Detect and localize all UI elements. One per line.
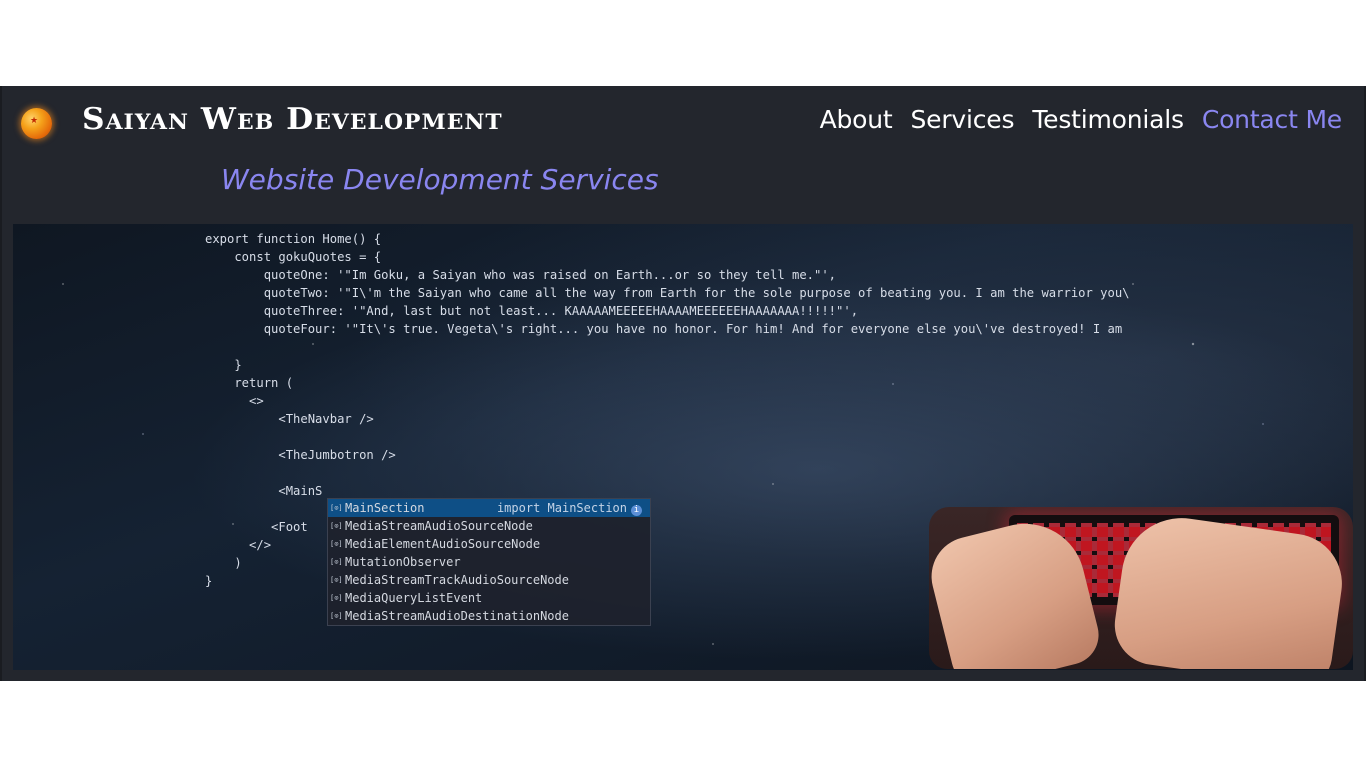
code-line: return ( — [205, 376, 294, 390]
code-line: export function Home() { — [205, 232, 382, 246]
symbol-variable-icon: [⊙] — [330, 576, 343, 584]
autocomplete-label: MediaStreamTrackAudioSourceNode — [345, 573, 569, 587]
autocomplete-item: [⊙] MediaElementAudioSourceNode — [328, 535, 650, 553]
brand-title[interactable]: Saiyan Web Development — [82, 102, 503, 137]
code-line: } — [205, 574, 213, 588]
code-line: const gokuQuotes = { — [205, 250, 382, 264]
autocomplete-label: MutationObserver — [345, 555, 461, 569]
code-line: <> — [205, 394, 264, 408]
autocomplete-detail-text: import MainSection — [496, 501, 627, 515]
code-line: <TheNavbar /> — [205, 412, 374, 426]
nav-link-services[interactable]: Services — [910, 105, 1014, 134]
hero-banner-image: export function Home() { const gokuQuote… — [13, 224, 1353, 670]
code-line: <TheJumbotron /> — [205, 448, 396, 462]
code-line: </> — [205, 538, 272, 552]
code-line: quoteFour: '"It\'s true. Vegeta\'s right… — [205, 322, 1123, 336]
code-line: quoteOne: '"Im Goku, a Saiyan who was ra… — [205, 268, 837, 282]
symbol-variable-icon: [⊙] — [330, 594, 343, 602]
autocomplete-label: MediaQueryListEvent — [345, 591, 483, 605]
hands-typing-keyboard-image — [929, 507, 1353, 669]
code-line: <Foot — [205, 520, 308, 534]
symbol-variable-icon: [⊙] — [330, 558, 343, 566]
autocomplete-item: [⊙] MediaQueryListEvent — [328, 589, 650, 607]
code-line: ) — [205, 556, 242, 570]
autocomplete-label: MediaStreamAudioDestinationNode — [345, 609, 569, 623]
nav-link-contact-me[interactable]: Contact Me — [1202, 105, 1342, 134]
symbol-variable-icon: [⊙] — [330, 522, 343, 530]
code-line: } — [205, 358, 242, 372]
autocomplete-detail: import MainSection i — [497, 499, 642, 517]
autocomplete-item: [⊙] MainSection import MainSection i — [328, 499, 650, 517]
autocomplete-dropdown: [⊙] MainSection import MainSection i [⊙] … — [327, 498, 651, 626]
site-header: ★ Saiyan Web Development About Services … — [0, 86, 1366, 681]
autocomplete-item: [⊙] MutationObserver — [328, 553, 650, 571]
symbol-variable-icon: [⊙] — [330, 612, 343, 620]
autocomplete-label: MediaStreamAudioSourceNode — [345, 519, 533, 533]
autocomplete-item: [⊙] MediaStreamAudioDestinationNode — [328, 607, 650, 625]
autocomplete-label: MediaElementAudioSourceNode — [345, 537, 541, 551]
dragon-ball-icon[interactable]: ★ — [21, 108, 52, 139]
code-line: quoteTwo: '"I\'m the Saiyan who came all… — [205, 286, 1130, 300]
code-line: <MainS — [205, 484, 323, 498]
symbol-variable-icon: [⊙] — [330, 504, 343, 512]
autocomplete-label: MainSection — [345, 501, 425, 515]
nav-link-about[interactable]: About — [820, 105, 893, 134]
page-tagline: Website Development Services — [221, 163, 659, 196]
autocomplete-item: [⊙] MediaStreamAudioSourceNode — [328, 517, 650, 535]
main-nav: About Services Testimonials Contact Me — [820, 105, 1343, 134]
code-line: quoteThree: '"And, last but not least...… — [205, 304, 859, 318]
nav-link-testimonials[interactable]: Testimonials — [1032, 105, 1184, 134]
info-icon: i — [631, 505, 642, 516]
autocomplete-item: [⊙] MediaStreamTrackAudioSourceNode — [328, 571, 650, 589]
symbol-variable-icon: [⊙] — [330, 540, 343, 548]
